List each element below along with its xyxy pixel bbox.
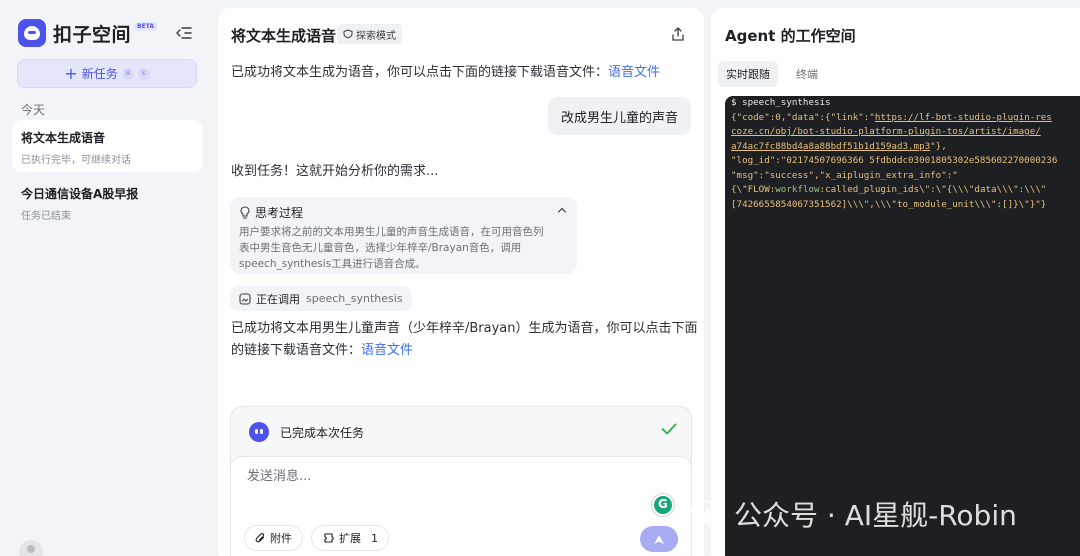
task-status-label: 已完成本次任务	[280, 425, 365, 440]
extend-button[interactable]: 扩展 1	[311, 525, 389, 551]
mode-badge: 探索模式	[337, 24, 402, 44]
watermark-text: 公众号 · AI星舰-Robin	[734, 499, 1017, 532]
tab-live-follow[interactable]: 实时跟随	[718, 61, 778, 87]
user-avatar[interactable]	[19, 540, 43, 556]
chat-panel: 将文本生成语音 探索模式 已成功将文本生成为语音，你可以点击下面的链接下载语音文…	[218, 8, 704, 556]
share-icon[interactable]	[671, 26, 685, 42]
shortcut-key-cmd: ⌘	[121, 67, 134, 80]
thinking-text: 用户要求将之前的文本用男生儿童的声音生成语音，在可用音色列 表中男生音色无儿童音…	[239, 224, 568, 272]
grammarly-icon[interactable]	[652, 494, 674, 516]
tool-call-indicator[interactable]: 正在调用 speech_synthesis	[230, 286, 412, 311]
message-text: 的链接下载语音文件：	[231, 343, 362, 358]
watermark: 公众号 · AI星舰-Robin	[690, 494, 1017, 534]
terminal-link[interactable]: coze.cn/obj/bot-studio-platform-plugin-t…	[731, 125, 1080, 140]
thinking-header[interactable]: 思考过程	[239, 204, 568, 221]
message-text: 已成功将文本生成为语音，你可以点击下面的链接下载语音文件：	[231, 65, 609, 80]
extend-count: 1	[371, 531, 378, 545]
user-message: 改成男生儿童的声音	[547, 97, 691, 135]
attach-label: 附件	[270, 532, 292, 545]
bot-icon	[249, 422, 269, 442]
assistant-message: 已成功将文本生成为语音，你可以点击下面的链接下载语音文件：语音文件	[231, 62, 660, 84]
section-today: 今天	[21, 103, 46, 117]
terminal-link[interactable]: https://lf-bot-studio-plugin-res	[875, 112, 1052, 123]
calling-label: 正在调用	[256, 292, 300, 306]
tab-terminal[interactable]: 终端	[788, 61, 826, 87]
shortcut-key-k: K	[137, 67, 150, 80]
message-text: 已成功将文本用男生儿童声音（少年梓辛/Brayan）生成为语音，你可以点击下面	[231, 321, 698, 336]
workspace-title: Agent 的工作空间	[725, 27, 856, 45]
thinking-line: 用户要求将之前的文本用男生儿童的声音生成语音，在可用音色列	[239, 226, 544, 238]
thinking-line: speech_synthesis工具进行语音合成。	[239, 258, 426, 270]
task-title: 将文本生成语音	[21, 131, 106, 145]
beta-badge: BETA	[134, 21, 157, 31]
attach-button[interactable]: 附件	[244, 525, 303, 551]
check-icon	[661, 423, 677, 435]
terminal-text: {\"FLOW:	[731, 184, 776, 195]
paperclip-icon	[255, 533, 265, 543]
collapse-sidebar-icon[interactable]	[176, 26, 192, 40]
agent-workspace: Agent 的工作空间 实时跟随 终端 $ speech_synthesis {"…	[711, 8, 1080, 556]
terminal-text: "msg":"success","x_aiplugin_extra_info":…	[731, 169, 958, 181]
terminal-text: :called_plugin_ids\":\"{\\\"data\\\":\\\…	[819, 184, 1047, 195]
shield-icon	[343, 29, 353, 39]
mode-badge-label: 探索模式	[356, 30, 396, 42]
chat-title: 将文本生成语音	[231, 27, 337, 45]
task-title: 今日通信设备A股早报	[21, 187, 139, 201]
terminal-text: {"code":0,"data":{"link":"	[731, 111, 875, 123]
terminal-text: "},	[930, 140, 947, 152]
terminal-link[interactable]: a74ac7fc88bd4a8a88bdf51b1d159ad3.mp3	[731, 141, 930, 152]
task-item-daily-report[interactable]: 今日通信设备A股早报 任务已结束	[12, 176, 203, 228]
send-arrow-icon	[654, 534, 664, 544]
audio-file-link[interactable]: 语音文件	[608, 65, 660, 80]
terminal-text: "log_id":"02174507696366 5fdbddc03001805…	[731, 155, 1058, 166]
extension-icon	[324, 533, 334, 543]
thinking-panel[interactable]: 思考过程 用户要求将之前的文本用男生儿童的声音生成语音，在可用音色列 表中男生音…	[230, 197, 577, 274]
task-status: 已完成本次任务	[249, 422, 364, 442]
extend-label: 扩展	[339, 532, 361, 545]
terminal-output: $ speech_synthesis {"code":0,"data":{"lin…	[725, 96, 1080, 556]
message-composer: 附件 扩展 1	[230, 456, 692, 556]
logo-text: 扣子空间	[53, 23, 132, 46]
new-task-label: 新任务	[81, 67, 118, 81]
logo-icon	[18, 19, 46, 47]
send-button[interactable]	[640, 526, 678, 552]
assistant-ack: 收到任务！这就开始分析你的需求...	[231, 164, 439, 179]
message-input[interactable]	[247, 469, 647, 484]
sidebar: 扣子空间 BETA + 新任务 ⌘ K 今天 将文本生成语音 已执行完毕，可继续…	[0, 0, 216, 556]
terminal-text: [7426655854067351562]\\\",\\\"to_module_…	[731, 198, 1047, 210]
image-tool-icon	[239, 292, 251, 305]
task-item-text-to-speech[interactable]: 将文本生成语音 已执行完毕，可继续对话	[12, 120, 203, 172]
wechat-icon	[691, 500, 725, 527]
task-subtitle: 已执行完毕，可继续对话	[21, 155, 131, 166]
assistant-message-final: 已成功将文本用男生儿童声音（少年梓辛/Brayan）生成为语音，你可以点击下面 …	[231, 318, 698, 362]
terminal-command: $ speech_synthesis	[731, 97, 831, 108]
logo[interactable]: 扣子空间 BETA	[18, 19, 157, 47]
audio-file-link[interactable]: 语音文件	[361, 343, 413, 358]
thinking-label: 思考过程	[255, 206, 304, 220]
chevron-up-icon[interactable]	[557, 206, 567, 214]
new-task-button[interactable]: + 新任务 ⌘ K	[17, 59, 197, 88]
composer-card: 已完成本次任务 附件 扩展 1	[230, 406, 692, 556]
task-subtitle: 任务已结束	[21, 211, 71, 222]
lightbulb-icon	[240, 206, 250, 219]
terminal-keyword: workflow	[775, 184, 820, 195]
plus-icon: +	[64, 63, 78, 83]
thinking-line: 表中男生音色无儿童音色，选择少年梓辛/Brayan音色，调用	[239, 242, 522, 254]
tool-name: speech_synthesis	[306, 292, 403, 305]
